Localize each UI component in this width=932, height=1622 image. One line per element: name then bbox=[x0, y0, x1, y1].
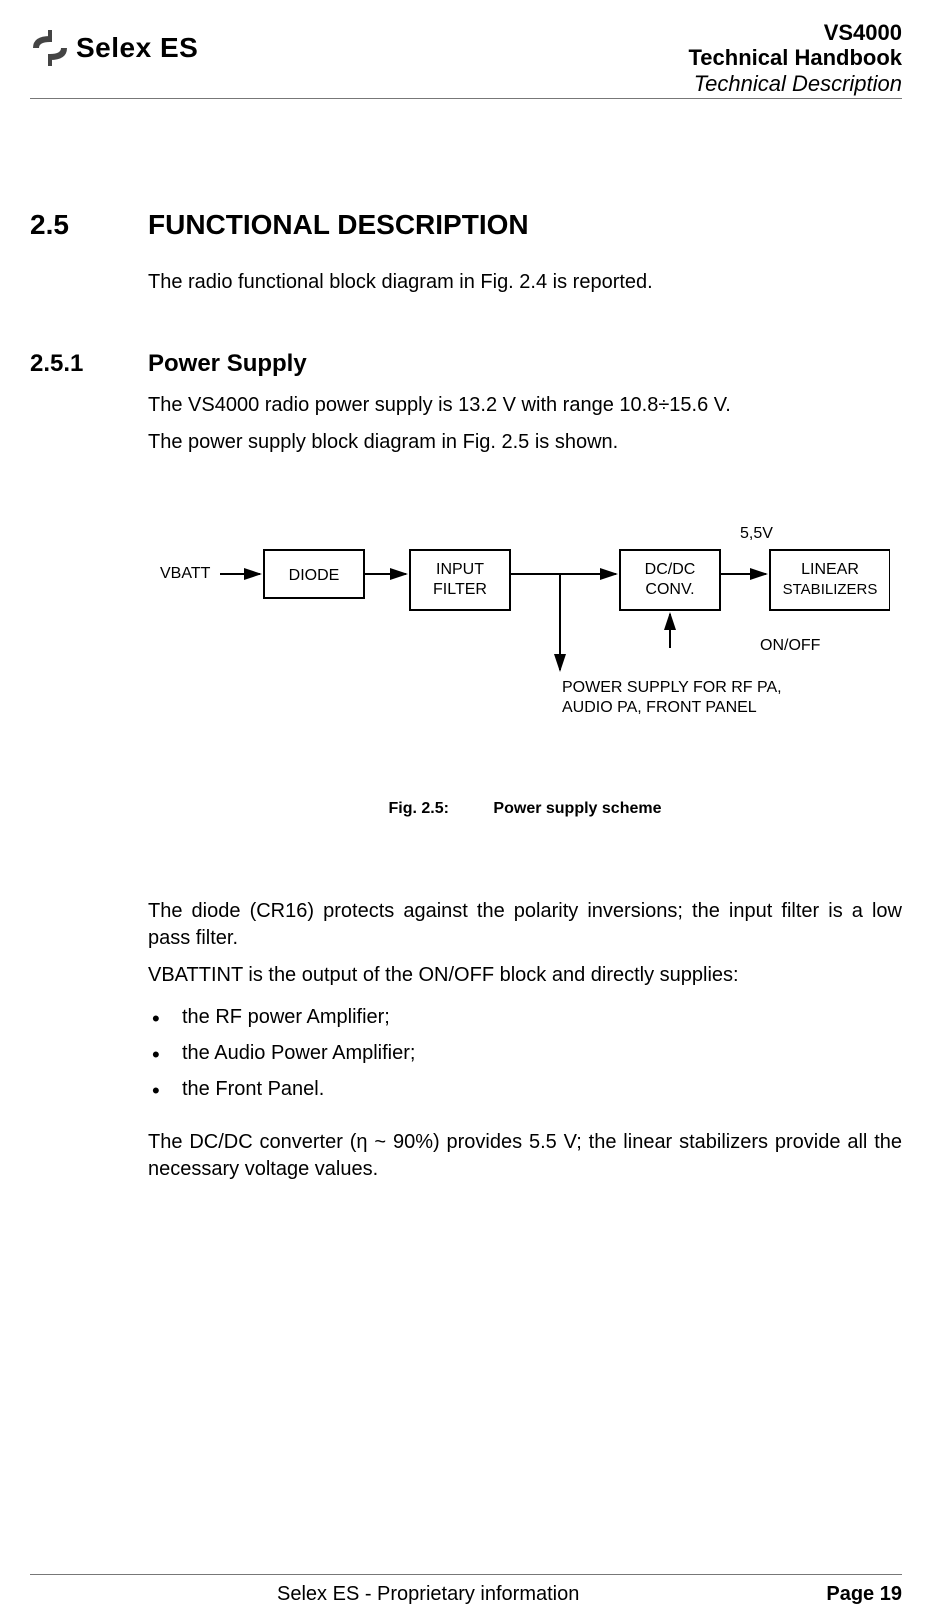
diagram-ps-l2: AUDIO PA, FRONT PANEL bbox=[562, 699, 757, 716]
figure-caption-text: Power supply scheme bbox=[493, 800, 661, 817]
doc-title: Technical Handbook bbox=[688, 45, 902, 70]
diagram-diode-label: DIODE bbox=[289, 567, 340, 584]
diagram-stab-l1: LINEAR bbox=[801, 561, 859, 578]
diagram-dcdc-l1: DC/DC bbox=[645, 561, 696, 578]
figure-area: VBATT DIODE INPUT FILTER POW bbox=[148, 520, 902, 818]
page-body: 2.5 FUNCTIONAL DESCRIPTION The radio fun… bbox=[30, 99, 902, 1574]
list-item: the RF power Amplifier; bbox=[148, 999, 902, 1035]
logo-text: Selex ES bbox=[76, 32, 198, 64]
subsection-p1: The VS4000 radio power supply is 13.2 V … bbox=[148, 392, 902, 419]
body-text-block: The diode (CR16) protects against the po… bbox=[148, 898, 902, 1183]
list-item: the Audio Power Amplifier; bbox=[148, 1035, 902, 1071]
footer-center: Selex ES - Proprietary information bbox=[277, 1583, 579, 1606]
figure-label: Fig. 2.5: bbox=[389, 800, 449, 817]
footer-rule bbox=[30, 1574, 902, 1575]
subsection-title: Power Supply bbox=[148, 350, 902, 378]
body-p1: The diode (CR16) protects against the po… bbox=[148, 898, 902, 952]
section-number: 2.5 bbox=[30, 209, 108, 306]
diagram-inputfilter-l1: INPUT bbox=[436, 561, 484, 578]
section-heading-row: 2.5 FUNCTIONAL DESCRIPTION The radio fun… bbox=[30, 209, 902, 306]
diagram-stab-l2: STABILIZERS bbox=[783, 581, 878, 598]
subsection-number: 2.5.1 bbox=[30, 350, 108, 466]
diagram-onoff-label: ON/OFF bbox=[760, 637, 821, 654]
figure-caption: Fig. 2.5: Power supply scheme bbox=[148, 800, 902, 818]
footer-page: Page 19 bbox=[826, 1583, 902, 1606]
bullet-list: the RF power Amplifier; the Audio Power … bbox=[148, 999, 902, 1107]
subsection-p2: The power supply block diagram in Fig. 2… bbox=[148, 429, 902, 456]
doc-product: VS4000 bbox=[688, 20, 902, 45]
diagram-inputfilter-l2: FILTER bbox=[433, 581, 487, 598]
logo: Selex ES bbox=[30, 28, 198, 68]
diagram-ps-l1: POWER SUPPLY FOR RF PA, bbox=[562, 679, 782, 696]
section-title: FUNCTIONAL DESCRIPTION bbox=[148, 209, 902, 241]
body-p2: VBATTINT is the output of the ON/OFF blo… bbox=[148, 962, 902, 989]
doc-subtitle: Technical Description bbox=[688, 71, 902, 96]
block-diagram: VBATT DIODE INPUT FILTER POW bbox=[148, 520, 902, 740]
subsection-heading-row: 2.5.1 Power Supply The VS4000 radio powe… bbox=[30, 350, 902, 466]
diagram-55v-label: 5,5V bbox=[740, 525, 773, 542]
body-p3: The DC/DC converter (η ~ 90%) provides 5… bbox=[148, 1129, 902, 1183]
list-item: the Front Panel. bbox=[148, 1071, 902, 1107]
page-footer: Selex ES - Proprietary information Page … bbox=[30, 1574, 902, 1606]
diagram-dcdc-l2: CONV. bbox=[645, 581, 694, 598]
page-header: Selex ES VS4000 Technical Handbook Techn… bbox=[30, 20, 902, 96]
logo-icon bbox=[30, 28, 70, 68]
header-titles: VS4000 Technical Handbook Technical Desc… bbox=[688, 20, 902, 96]
section-intro: The radio functional block diagram in Fi… bbox=[148, 269, 902, 296]
page: Selex ES VS4000 Technical Handbook Techn… bbox=[0, 0, 932, 1622]
diagram-vbatt-label: VBATT bbox=[160, 565, 211, 582]
